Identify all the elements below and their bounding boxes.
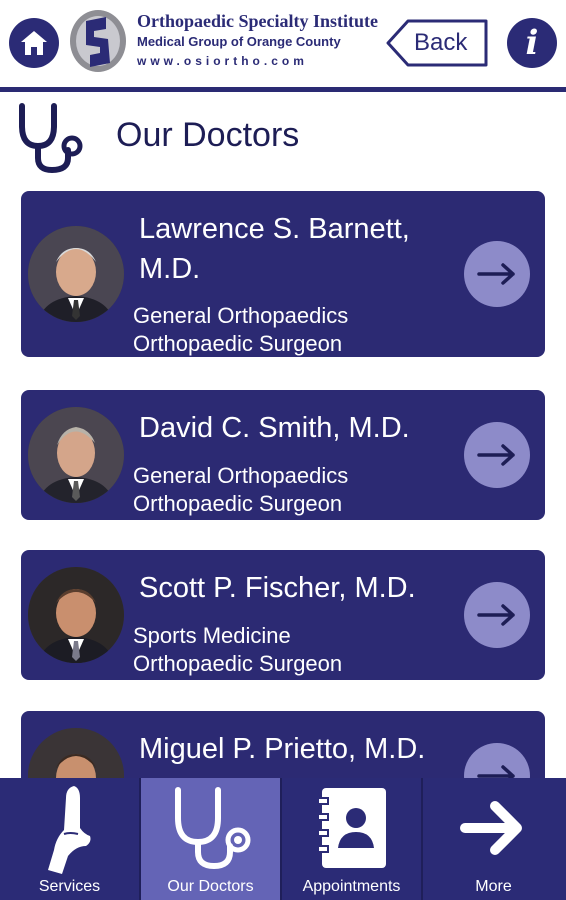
doctor-photo <box>28 567 124 663</box>
info-icon: i <box>525 23 539 63</box>
open-doctor-button[interactable] <box>464 241 530 307</box>
doctor-card[interactable]: Scott P. Fischer, M.D. Sports Medicine O… <box>21 550 545 680</box>
arrow-right-icon <box>459 801 522 855</box>
org-website: www.osiortho.com <box>137 54 308 68</box>
info-button[interactable]: i <box>507 18 557 68</box>
stethoscope-icon <box>174 787 250 870</box>
open-doctor-button[interactable] <box>464 422 530 488</box>
osi-logo <box>70 10 126 72</box>
tab-services[interactable]: Services <box>0 778 141 900</box>
doctor-role: Orthopaedic Surgeon <box>133 651 343 676</box>
doctor-role: Orthopaedic Surgeon <box>133 331 343 356</box>
tab-label: Appointments <box>302 878 401 895</box>
home-button[interactable] <box>9 18 59 68</box>
app-header: Orthopaedic Specialty Institute Medical … <box>0 0 566 87</box>
doctor-card[interactable]: David C. Smith, M.D. General Orthopaedic… <box>21 390 545 520</box>
tab-label: More <box>475 878 512 895</box>
header-divider <box>0 87 566 92</box>
doctor-name: Scott P. Fischer, M.D. <box>139 572 416 604</box>
home-icon <box>21 31 47 55</box>
tab-label: Services <box>38 878 101 895</box>
back-label: Back <box>414 29 468 56</box>
arrow-right-icon <box>477 263 515 285</box>
doctor-name: Miguel P. Prietto, M.D. <box>139 733 426 765</box>
doctor-specialty: General Orthopaedics <box>133 463 349 488</box>
bone-icon <box>47 786 90 874</box>
page-title: Our Doctors <box>116 116 300 154</box>
doctor-name: Lawrence S. Barnett, M.D. <box>139 213 410 285</box>
organization-name: Orthopaedic Specialty Institute Medical … <box>137 10 387 70</box>
bottom-navigation: Services Our Doctors Appointments More <box>0 778 566 900</box>
doctor-role: Orthopaedic Surgeon <box>133 491 343 516</box>
doctor-specialty: Sports Medicine <box>133 623 291 648</box>
tab-more[interactable]: More <box>423 778 564 900</box>
stethoscope-icon <box>19 103 83 174</box>
open-doctor-button[interactable] <box>464 582 530 648</box>
doctor-photo <box>28 226 124 322</box>
address-book-icon <box>316 788 386 868</box>
doctor-card[interactable]: Lawrence S. Barnett, M.D. General Orthop… <box>21 191 545 357</box>
tab-label: Our Doctors <box>167 878 254 895</box>
arrow-right-icon <box>477 444 515 466</box>
doctor-name: David C. Smith, M.D. <box>139 412 410 444</box>
arrow-right-icon <box>477 604 515 626</box>
org-title: Orthopaedic Specialty Institute <box>137 11 378 31</box>
doctor-specialty: General Orthopaedics <box>133 303 349 328</box>
org-subtitle: Medical Group of Orange County <box>137 34 341 49</box>
tab-appointments[interactable]: Appointments <box>282 778 423 900</box>
tab-our-doctors[interactable]: Our Doctors <box>141 778 282 900</box>
back-button[interactable]: Back <box>386 18 490 68</box>
doctor-photo <box>28 407 124 503</box>
